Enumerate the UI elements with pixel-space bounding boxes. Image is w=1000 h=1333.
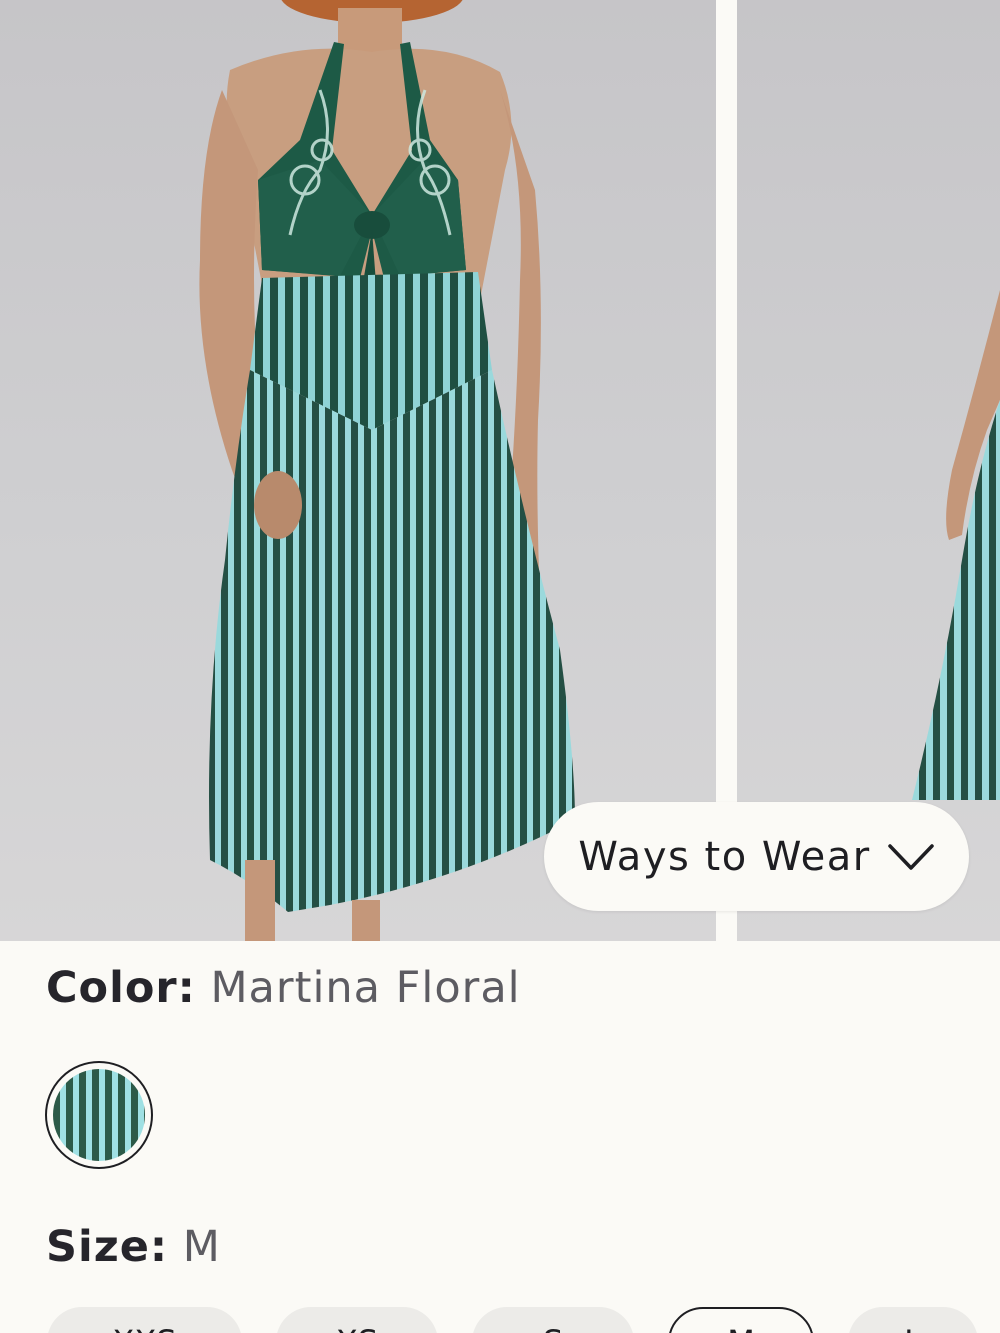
size-option-xs[interactable]: XS [276, 1307, 438, 1333]
size-option-xxs[interactable]: XXS [47, 1307, 242, 1333]
size-selection-label: Size: M [46, 1222, 221, 1272]
color-selection-label: Color: Martina Floral [46, 963, 521, 1013]
size-option-s[interactable]: S [472, 1307, 634, 1333]
product-image-side[interactable] [737, 0, 1000, 941]
size-options: XXS XS S M L [47, 1307, 978, 1333]
product-image-front[interactable] [0, 0, 716, 941]
color-label: Color: [46, 963, 196, 1013]
ways-to-wear-button[interactable]: Ways to Wear [544, 802, 969, 911]
chevron-down-icon [887, 842, 935, 872]
size-option-l[interactable]: L [848, 1307, 978, 1333]
product-image-carousel[interactable]: Ways to Wear [0, 0, 1000, 941]
ways-to-wear-label: Ways to Wear [578, 833, 871, 880]
swatch-stripe-pattern [53, 1069, 145, 1161]
size-value: M [182, 1222, 221, 1272]
model-photo-front [199, 0, 575, 941]
color-swatch-martina-floral[interactable] [45, 1061, 153, 1169]
color-value: Martina Floral [210, 963, 521, 1013]
model-photo-side [912, 290, 1000, 800]
size-option-m[interactable]: M [668, 1307, 814, 1333]
product-detail-page: Ways to Wear Color: Martina Floral Size:… [0, 0, 1000, 1333]
size-label: Size: [46, 1222, 169, 1272]
